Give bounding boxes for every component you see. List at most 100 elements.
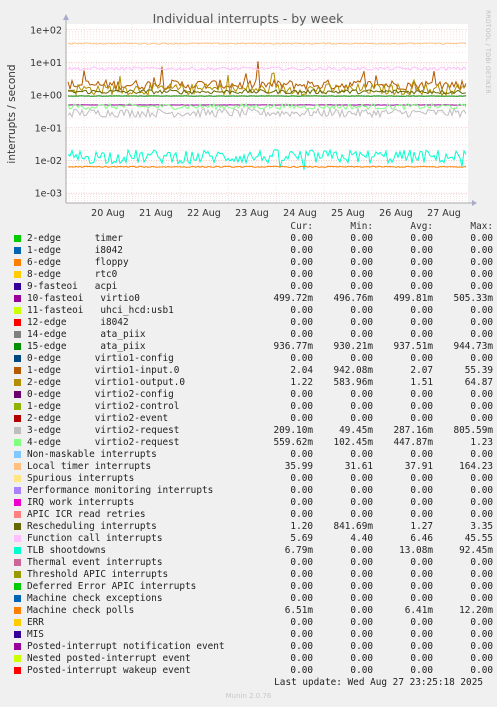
- legend-row: 6-edge floppy 0.00 0.00 0.00 0.00: [12, 257, 493, 269]
- legend-cur-value: 0.00: [290, 569, 313, 580]
- legend-min-value: 0.00: [350, 593, 373, 604]
- legend-max-value: 0.00: [470, 665, 493, 676]
- col-cur: Cur:: [290, 221, 313, 232]
- legend-row: Machine check polls 6.51m 0.00 6.41m 12.20m: [12, 605, 493, 617]
- legend-swatch: [14, 559, 21, 566]
- legend-max-value: 0.00: [470, 617, 493, 628]
- legend-cur-value: 936.77m: [273, 341, 313, 352]
- legend-swatch: [14, 643, 21, 650]
- legend-avg-value: 13.08m: [399, 545, 433, 556]
- legend-avg-value: 0.00: [410, 269, 433, 280]
- legend-avg-value: 0.00: [410, 581, 433, 592]
- legend-max-value: 0.00: [470, 389, 493, 400]
- col-max: Max:: [470, 221, 493, 232]
- legend-cur-value: 0.00: [290, 641, 313, 652]
- legend: Cur: Min: Avg: Max: 2-edge timer 0.00 0.00…: [12, 221, 493, 677]
- legend-swatch: [14, 487, 21, 494]
- legend-cur-value: 0.00: [290, 413, 313, 424]
- legend-row: Function call interrupts 5.69 4.40 6.46 45.5…: [12, 533, 493, 545]
- legend-row: 2-edge virtio2-event 0.00 0.00 0.00 0.00: [12, 413, 493, 425]
- legend-cur-value: 0.00: [290, 329, 313, 340]
- legend-series-name: Function call interrupts: [27, 533, 163, 544]
- legend-row: TLB shootdowns 6.79m 0.00 13.08m 92.45m: [12, 545, 493, 557]
- legend-swatch: [14, 571, 21, 578]
- legend-series-name: Thermal event interrupts: [27, 557, 163, 568]
- legend-row: 2-edge virtio1-output.0 1.22 583.96m 1.51 64…: [12, 377, 493, 389]
- legend-series-name: Nested posted-interrupt event: [27, 653, 191, 664]
- legend-min-value: 0.00: [350, 449, 373, 460]
- legend-avg-value: 0.00: [410, 233, 433, 244]
- legend-swatch: [14, 283, 21, 290]
- legend-avg-value: 0.00: [410, 257, 433, 268]
- legend-row: 1-edge i8042 0.00 0.00 0.00 0.00: [12, 245, 493, 257]
- legend-avg-value: 37.91: [404, 461, 433, 472]
- legend-swatch: [14, 667, 21, 674]
- legend-swatch: [14, 463, 21, 470]
- legend-series-name: ERR: [27, 617, 44, 628]
- legend-series-name: 3-edge virtio2-request: [27, 425, 180, 436]
- legend-swatch: [14, 235, 21, 242]
- legend-series-name: 10-fasteoi virtio0: [27, 293, 140, 304]
- legend-max-value: 0.00: [470, 269, 493, 280]
- legend-row: 0-edge virtio2-config 0.00 0.00 0.00 0.00: [12, 389, 493, 401]
- legend-swatch: [14, 259, 21, 266]
- legend-cur-value: 6.51m: [284, 605, 313, 616]
- legend-avg-value: 0.00: [410, 569, 433, 580]
- legend-series-name: MIS: [27, 629, 44, 640]
- legend-row: MIS 0.00 0.00 0.00 0.00: [12, 629, 493, 641]
- legend-series-name: 15-edge ata_piix: [27, 341, 146, 352]
- legend-row: Rescheduling interrupts 1.20 841.69m 1.27 3.…: [12, 521, 493, 533]
- legend-series-name: Rescheduling interrupts: [27, 521, 157, 532]
- legend-min-value: 0.00: [350, 545, 373, 556]
- legend-avg-value: 2.07: [410, 365, 433, 376]
- legend-series-name: Deferred Error APIC interrupts: [27, 581, 197, 592]
- legend-swatch: [14, 415, 21, 422]
- legend-avg-value: 0.00: [410, 653, 433, 664]
- legend-series-name: 12-edge i8042: [27, 317, 129, 328]
- legend-swatch: [14, 451, 21, 458]
- legend-series-name: 0-edge virtio1-config: [27, 353, 174, 364]
- footer: Munin 2.0.76: [225, 692, 272, 700]
- legend-min-value: 0.00: [350, 389, 373, 400]
- legend-series-name: 6-edge floppy: [27, 257, 129, 268]
- legend-row: 12-edge i8042 0.00 0.00 0.00 0.00: [12, 317, 493, 329]
- legend-avg-value: 0.00: [410, 557, 433, 568]
- legend-cur-value: 0.00: [290, 497, 313, 508]
- legend-row: Non-maskable interrupts 0.00 0.00 0.00 0.00: [12, 449, 493, 461]
- legend-max-value: 0.00: [470, 329, 493, 340]
- legend-row: Performance monitoring interrupts 0.00 0.0…: [12, 485, 493, 497]
- legend-series-name: Performance monitoring interrupts: [27, 485, 214, 496]
- legend-series-name: Threshold APIC interrupts: [27, 569, 169, 580]
- legend-swatch: [14, 511, 21, 518]
- x-tick-label: 27 Aug: [427, 208, 461, 219]
- legend-row: 8-edge rtc0 0.00 0.00 0.00 0.00: [12, 269, 493, 281]
- legend-max-value: 944.73m: [453, 341, 493, 352]
- legend-min-value: 4.40: [350, 533, 373, 544]
- legend-swatch: [14, 379, 21, 386]
- legend-cur-value: 0.00: [290, 449, 313, 460]
- legend-cur-value: 0.00: [290, 257, 313, 268]
- legend-series-name: 11-fasteoi uhci_hcd:usb1: [27, 305, 174, 316]
- legend-row: 3-edge virtio2-request 209.10m 49.45m 287.1…: [12, 425, 493, 437]
- legend-swatch: [14, 439, 21, 446]
- legend-row: 0-edge virtio1-config 0.00 0.00 0.00 0.00: [12, 353, 493, 365]
- legend-swatch: [14, 499, 21, 506]
- legend-series-name: Machine check exceptions: [27, 593, 163, 604]
- legend-rows: 2-edge timer 0.00 0.00 0.00 0.00 1-edge i8042…: [12, 233, 493, 677]
- chart-title: Individual interrupts - by week: [153, 11, 345, 26]
- legend-avg-value: 0.00: [410, 281, 433, 292]
- legend-avg-value: 0.00: [410, 617, 433, 628]
- legend-max-value: 0.00: [470, 653, 493, 664]
- last-update: Last update: Wed Aug 27 23:25:18 2025: [274, 677, 483, 688]
- legend-cur-value: 0.00: [290, 629, 313, 640]
- legend-row: Posted-interrupt notification event 0.00 0…: [12, 641, 493, 653]
- legend-swatch: [14, 547, 21, 554]
- legend-swatch: [14, 391, 21, 398]
- x-tick-label: 20 Aug: [91, 208, 125, 219]
- legend-max-value: 0.00: [470, 509, 493, 520]
- legend-cur-value: 0.00: [290, 665, 313, 676]
- legend-swatch: [14, 403, 21, 410]
- legend-max-value: 0.00: [470, 629, 493, 640]
- legend-min-value: 0.00: [350, 317, 373, 328]
- legend-swatch: [14, 427, 21, 434]
